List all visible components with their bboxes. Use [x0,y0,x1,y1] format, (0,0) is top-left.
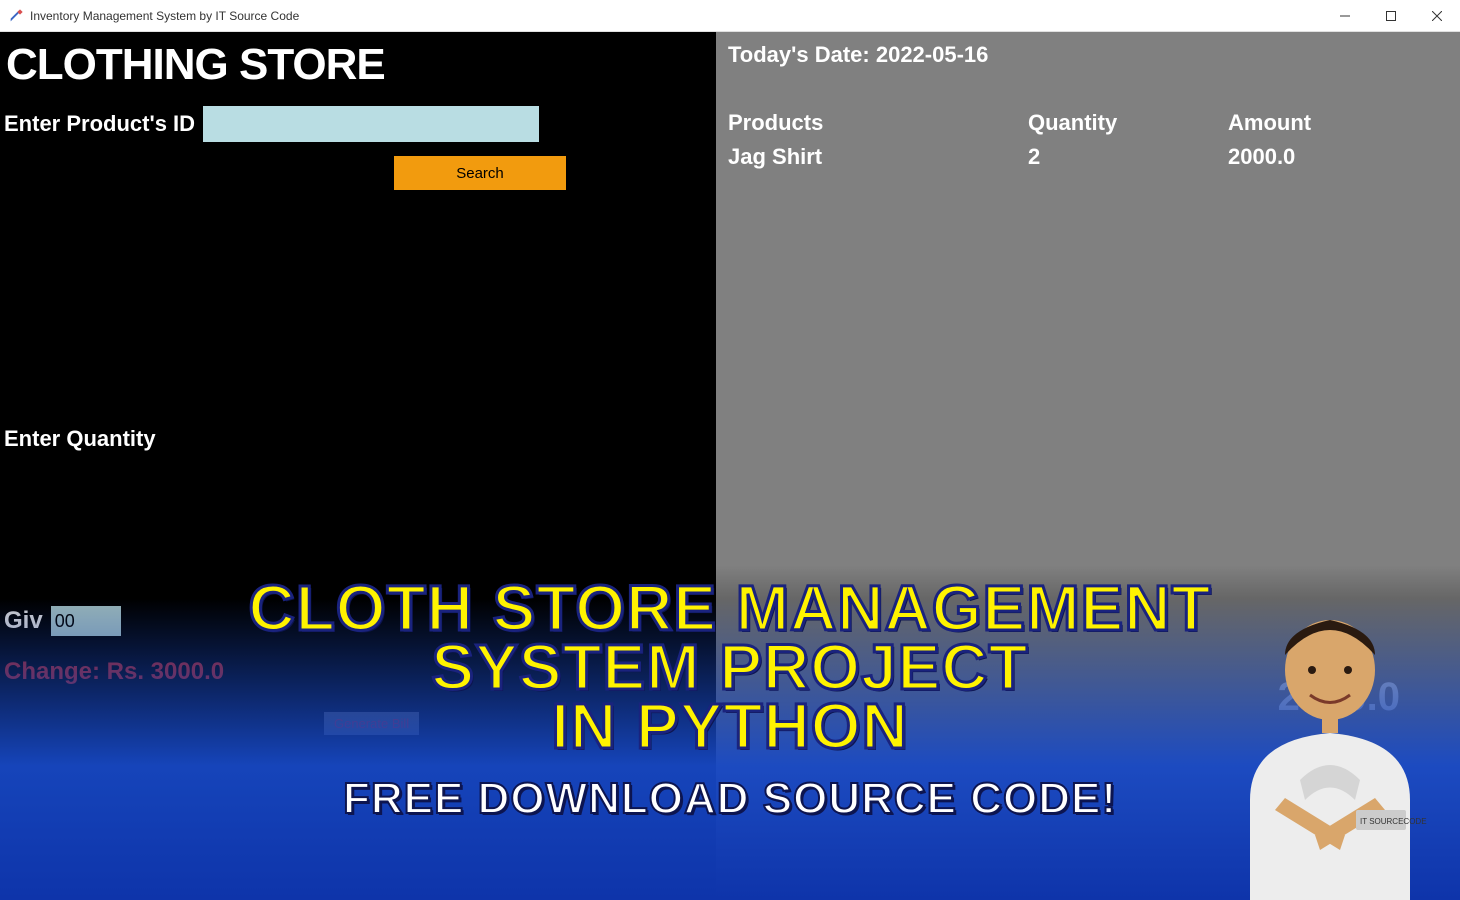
total-label: 2000.0 [1278,675,1400,720]
cell-product: Jag Shirt [728,144,1028,170]
generate-bill-button[interactable]: Generate Bill [324,712,419,735]
store-title: CLOTHING STORE [6,40,712,90]
minimize-button[interactable] [1322,0,1368,31]
cart-header: Products Quantity Amount [728,110,1448,136]
close-button[interactable] [1414,0,1460,31]
app-icon [8,8,24,24]
given-amount-input[interactable] [51,606,121,636]
product-id-label: Enter Product's ID [4,111,195,137]
change-label: Change: Rs. 3000.0 [4,658,712,686]
given-amount-label: Giv [4,607,43,635]
cart-row: Jag Shirt 2 2000.0 [728,144,1448,170]
window-controls [1322,0,1460,31]
left-panel: CLOTHING STORE Enter Product's ID Search… [0,32,716,900]
titlebar: Inventory Management System by IT Source… [0,0,1460,32]
header-products: Products [728,110,1028,136]
header-quantity: Quantity [1028,110,1228,136]
date-label: Today's Date: 2022-05-16 [728,42,1448,68]
right-panel: Today's Date: 2022-05-16 Products Quanti… [716,32,1460,900]
cell-quantity: 2 [1028,144,1228,170]
quantity-label: Enter Quantity [4,426,712,452]
window-title: Inventory Management System by IT Source… [30,9,299,23]
maximize-button[interactable] [1368,0,1414,31]
product-id-input[interactable] [203,106,539,142]
search-button[interactable]: Search [394,156,566,190]
header-amount: Amount [1228,110,1448,136]
cell-amount: 2000.0 [1228,144,1448,170]
